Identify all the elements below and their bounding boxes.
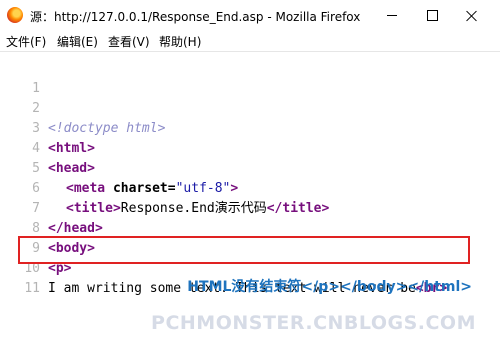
close-button[interactable] xyxy=(452,0,492,31)
highlight-box xyxy=(18,236,470,264)
maximize-button[interactable] xyxy=(412,0,452,31)
source-line: 1 xyxy=(0,59,500,96)
source-view[interactable]: 1 2 <!doctype html> 3 <html> 4 <head> 5 … xyxy=(0,52,500,350)
watermark: PCHMONSTER.CNBLOGS.COM xyxy=(151,312,476,334)
source-line: 7 </head> xyxy=(0,179,500,236)
annotation-text: HTML没有结束符</p></body></html> xyxy=(187,279,472,295)
source-line: 5 <meta charset="utf-8"> xyxy=(0,139,500,196)
menu-view[interactable]: 查看(V) xyxy=(108,33,150,50)
source-line: 2 <!doctype html> xyxy=(0,79,500,136)
minimize-icon xyxy=(387,15,397,16)
menu-edit[interactable]: 编辑(E) xyxy=(57,33,98,50)
menu-file[interactable]: 文件(F) xyxy=(6,33,46,50)
minimize-button[interactable] xyxy=(372,0,412,31)
source-line: 3 <html> xyxy=(0,99,500,156)
title-bar: 源：http://127.0.0.1/Response_End.asp - Mo… xyxy=(0,0,500,31)
maximize-icon xyxy=(426,10,438,21)
source-line: 4 <head> xyxy=(0,119,500,176)
close-icon xyxy=(466,10,478,22)
menu-bar: 文件(F) 编辑(E) 查看(V) 帮助(H) xyxy=(0,31,500,52)
line-number: 11 xyxy=(24,281,40,296)
source-line: 6 <title>Response.End演示代码</title> xyxy=(0,159,500,216)
window-title: 源：http://127.0.0.1/Response_End.asp - Mo… xyxy=(30,10,361,24)
source-line: 8 <body> xyxy=(0,199,500,256)
firefox-icon xyxy=(7,7,23,23)
menu-help[interactable]: 帮助(H) xyxy=(159,33,201,50)
